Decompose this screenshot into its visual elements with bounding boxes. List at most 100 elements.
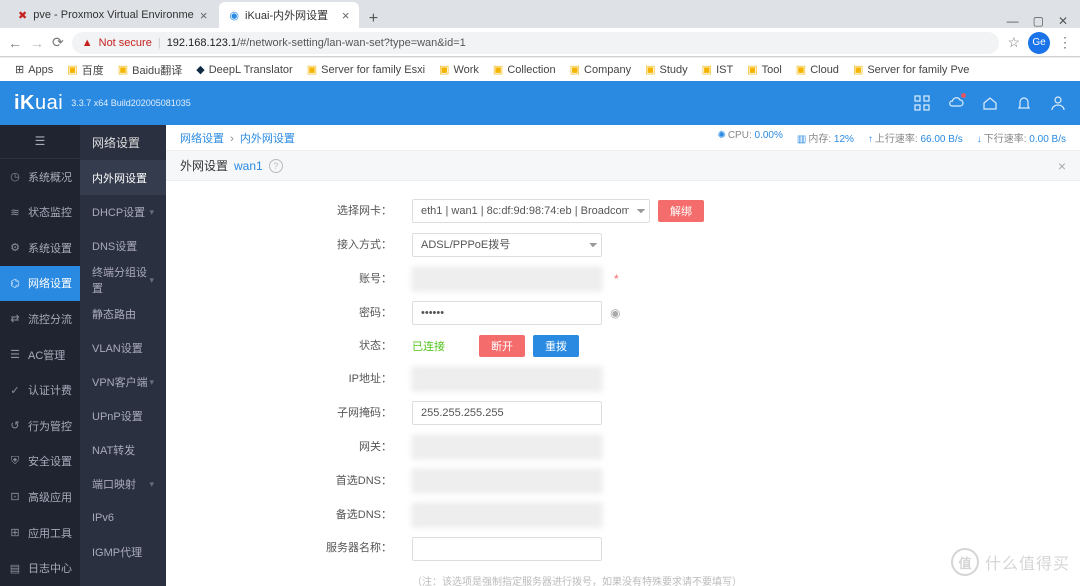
bookmark-item[interactable]: ▣IST (697, 61, 739, 78)
nav-item-monitor[interactable]: ≋状态监控 (0, 194, 80, 230)
dns1-input[interactable] (412, 469, 602, 493)
chevron-down-icon: ▾ (149, 207, 154, 218)
bookmark-item[interactable]: ▣Tool (742, 61, 787, 78)
nav-reload[interactable]: ⟳ (52, 34, 64, 51)
browser-tab-active[interactable]: ◉ iKuai-内外网设置 × (219, 2, 359, 28)
nav-item-ac[interactable]: ☰AC管理 (0, 337, 80, 373)
nav-collapse-icon[interactable]: ☰ (0, 125, 80, 159)
password-input[interactable] (412, 301, 602, 325)
nav-item-advanced[interactable]: ⊡高级应用 (0, 479, 80, 515)
unbind-button[interactable]: 解绑 (658, 200, 704, 222)
gateway-input[interactable] (412, 435, 602, 459)
nav-item-flow[interactable]: ⇄流控分流 (0, 301, 80, 337)
bookmark-item[interactable]: ◆DeepL Translator (191, 61, 297, 78)
label-dns2: 备选DNS： (180, 504, 412, 526)
tab-favicon: ◉ (229, 9, 239, 22)
bookmark-item[interactable]: ▣百度 (62, 60, 108, 80)
account-input[interactable] (412, 267, 602, 291)
apps-icon: ⊞ (15, 63, 24, 76)
subnav-upnp[interactable]: UPnP设置 (80, 399, 166, 433)
subnav-dns[interactable]: DNS设置 (80, 229, 166, 263)
version-label: 3.3.7 x64 Build202005081035 (71, 98, 191, 108)
disconnect-button[interactable]: 断开 (479, 335, 525, 357)
nav-item-behavior[interactable]: ↺行为管控 (0, 408, 80, 444)
tab-name: 外网设置 (180, 157, 228, 174)
help-icon[interactable]: ? (269, 159, 283, 173)
nic-select[interactable]: eth1 | wan1 | 8c:df:9d:98:74:eb | Broadc… (412, 199, 650, 223)
server-input[interactable] (412, 537, 602, 561)
crumb-link[interactable]: 内外网设置 (240, 133, 295, 145)
nav-item-security[interactable]: ⛨安全设置 (0, 444, 80, 480)
dns2-input[interactable] (412, 503, 602, 527)
subnav-portmap[interactable]: 端口映射▾ (80, 467, 166, 501)
ip-input[interactable] (412, 367, 602, 391)
nav-item-tools[interactable]: ⊞应用工具 (0, 515, 80, 551)
stat-cpu: ✺CPU: 0.00% (717, 130, 782, 145)
security-label: Not secure (99, 37, 152, 49)
folder-icon: ▣ (307, 63, 317, 76)
tab-wan-label: wan1 (234, 159, 263, 173)
label-account: 账号： (180, 268, 412, 290)
user-icon[interactable] (1050, 95, 1066, 111)
close-icon[interactable]: × (342, 8, 350, 23)
subnav-ipv6[interactable]: IPv6 (80, 501, 166, 535)
nav-forward: → (30, 35, 44, 51)
grid-icon[interactable] (914, 95, 930, 111)
required-icon: * (614, 272, 619, 286)
bookmark-item[interactable]: ▣Work (434, 61, 484, 78)
nav-item-overview[interactable]: ◷系统概况 (0, 159, 80, 195)
new-tab-button[interactable]: + (361, 10, 385, 28)
bookmark-item[interactable]: ▣Company (565, 61, 636, 78)
nav-item-auth[interactable]: ✓认证计费 (0, 372, 80, 408)
subnav-lanwan[interactable]: 内外网设置 (80, 161, 166, 195)
bookmark-star[interactable]: ☆ (1007, 34, 1020, 51)
window-close[interactable]: ✕ (1058, 14, 1068, 28)
subnav-vpn[interactable]: VPN客户端▾ (80, 365, 166, 399)
chevron-down-icon: ▾ (149, 479, 154, 490)
url-input[interactable]: ▲ Not secure | 192.168.123.1/#/network-s… (72, 32, 1000, 54)
home-icon[interactable] (982, 95, 998, 111)
label-status: 状态： (180, 335, 412, 357)
browser-tab[interactable]: ✖ pve - Proxmox Virtual Environme × (8, 2, 217, 28)
cloud-icon[interactable] (948, 95, 964, 111)
bookmark-apps[interactable]: ⊞Apps (10, 61, 58, 78)
nav-item-logs[interactable]: ▤日志中心 (0, 550, 80, 586)
bookmark-item[interactable]: ▣Server for family Esxi (302, 61, 430, 78)
bookmark-item[interactable]: ▣Cloud (791, 61, 844, 78)
tab-favicon: ✖ (18, 9, 27, 22)
flow-icon: ⇄ (8, 312, 22, 325)
bookmark-item[interactable]: ▣Study (640, 61, 693, 78)
monitor-icon: ≋ (8, 206, 22, 219)
subnav-route[interactable]: 静态路由 (80, 297, 166, 331)
close-panel-icon[interactable]: × (1058, 158, 1066, 174)
primary-nav: ☰ ◷系统概况 ≋状态监控 ⚙系统设置 ⌬网络设置 ⇄流控分流 ☰AC管理 ✓认… (0, 125, 80, 586)
window-minimize[interactable]: — (1007, 14, 1019, 28)
subnav-nat[interactable]: NAT转发 (80, 433, 166, 467)
browser-menu[interactable]: ⋮ (1058, 34, 1072, 51)
redial-button[interactable]: 重拨 (533, 335, 579, 357)
bookmark-item[interactable]: ▣Collection (488, 61, 561, 78)
mask-input[interactable] (412, 401, 602, 425)
nav-back[interactable]: ← (8, 35, 22, 51)
eye-icon[interactable]: ◉ (610, 306, 620, 320)
label-ip: IP地址： (180, 368, 412, 390)
bookmark-item[interactable]: ▣Server for family Pve (848, 61, 975, 78)
log-icon: ▤ (8, 562, 22, 575)
nav-item-system[interactable]: ⚙系统设置 (0, 230, 80, 266)
label-access: 接入方式： (180, 234, 412, 256)
crumb-link[interactable]: 网络设置 (180, 133, 224, 145)
subnav-vlan[interactable]: VLAN设置 (80, 331, 166, 365)
subnav-igmp[interactable]: IGMP代理 (80, 535, 166, 569)
close-icon[interactable]: × (200, 8, 208, 23)
nav-item-network[interactable]: ⌬网络设置 (0, 266, 80, 302)
list-icon: ☰ (8, 348, 22, 361)
profile-avatar[interactable]: Ge (1028, 32, 1050, 54)
bookmark-item[interactable]: ▣Baidu翻译 (113, 60, 188, 80)
subnav-group[interactable]: 终端分组设置▾ (80, 263, 166, 297)
bell-icon[interactable] (1016, 95, 1032, 111)
window-maximize[interactable]: ▢ (1033, 14, 1044, 28)
subnav-dhcp[interactable]: DHCP设置▾ (80, 195, 166, 229)
folder-icon: ▣ (67, 63, 77, 76)
browser-tab-bar: ✖ pve - Proxmox Virtual Environme × ◉ iK… (0, 0, 1080, 28)
access-select[interactable]: ADSL/PPPoE拨号 (412, 233, 602, 257)
